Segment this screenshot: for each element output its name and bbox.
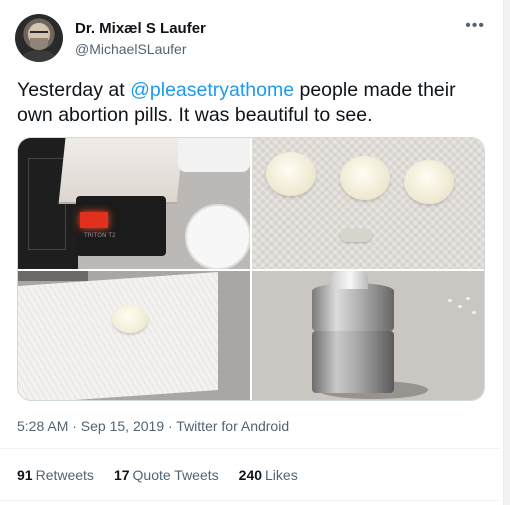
engagement-stats: 91 Retweets 17 Quote Tweets 240 Likes xyxy=(17,467,298,483)
author-display-name[interactable]: Dr. Mixæl S Laufer xyxy=(75,20,206,38)
press-die-bottom xyxy=(312,331,394,393)
tweet-text: Yesterday at @pleasetryathome people mad… xyxy=(17,78,495,128)
jar-image xyxy=(178,138,250,172)
media-photo-press[interactable] xyxy=(252,271,484,400)
likes-count: 240 xyxy=(238,467,263,483)
retweets-label: Retweets xyxy=(35,467,94,483)
press-plunger xyxy=(332,271,368,289)
packet-image xyxy=(58,138,184,204)
media-photo-scale[interactable]: TRITON T2 xyxy=(18,138,250,269)
scale-display xyxy=(80,212,108,228)
media-photo-single-pill[interactable] xyxy=(18,271,250,400)
author-names[interactable]: Dr. Mixæl S Laufer @MichaelSLaufer xyxy=(75,20,206,58)
retweets-stat[interactable]: 91 Retweets xyxy=(17,467,94,483)
pill-image xyxy=(404,160,454,204)
powder-speck xyxy=(472,311,476,314)
tweet-timestamp[interactable]: 5:28 AM · Sep 15, 2019 · Twitter for And… xyxy=(17,418,289,434)
powder-speck xyxy=(458,305,462,308)
media-photo-pills[interactable] xyxy=(252,138,484,269)
more-horizontal-icon[interactable]: ••• xyxy=(465,18,485,34)
capsule-image xyxy=(340,229,372,242)
jar-lid-image xyxy=(185,204,250,269)
tweet-text-prefix: Yesterday at xyxy=(17,79,131,101)
press-die-top xyxy=(312,283,394,331)
retweets-count: 91 xyxy=(17,467,33,483)
author-handle[interactable]: @MichaelSLaufer xyxy=(75,40,206,58)
powder-speck xyxy=(448,299,452,302)
pill-image xyxy=(340,156,390,200)
avatar[interactable] xyxy=(15,14,63,62)
avatar-body xyxy=(21,50,57,62)
quote-tweets-stat[interactable]: 17 Quote Tweets xyxy=(114,467,219,483)
page-edge xyxy=(503,0,510,505)
scale-label: TRITON T2 xyxy=(84,232,116,239)
quotes-count: 17 xyxy=(113,467,130,483)
mention-link[interactable]: @pleasetryathome xyxy=(130,79,294,101)
paper-image xyxy=(18,272,218,400)
powder-speck xyxy=(466,297,470,300)
divider xyxy=(0,500,500,501)
tape-image xyxy=(18,271,88,281)
divider xyxy=(0,448,500,449)
avatar-beard xyxy=(30,38,48,50)
media-grid: TRITON T2 xyxy=(17,137,485,401)
pill-image xyxy=(112,305,148,333)
quotes-label: Quote Tweets xyxy=(132,467,219,483)
likes-label: Likes xyxy=(265,467,298,483)
likes-stat[interactable]: 240 Likes xyxy=(239,467,298,483)
avatar-glasses xyxy=(30,31,48,35)
tweet-header: Dr. Mixæl S Laufer @MichaelSLaufer ••• xyxy=(15,14,485,64)
pill-image xyxy=(266,152,316,196)
